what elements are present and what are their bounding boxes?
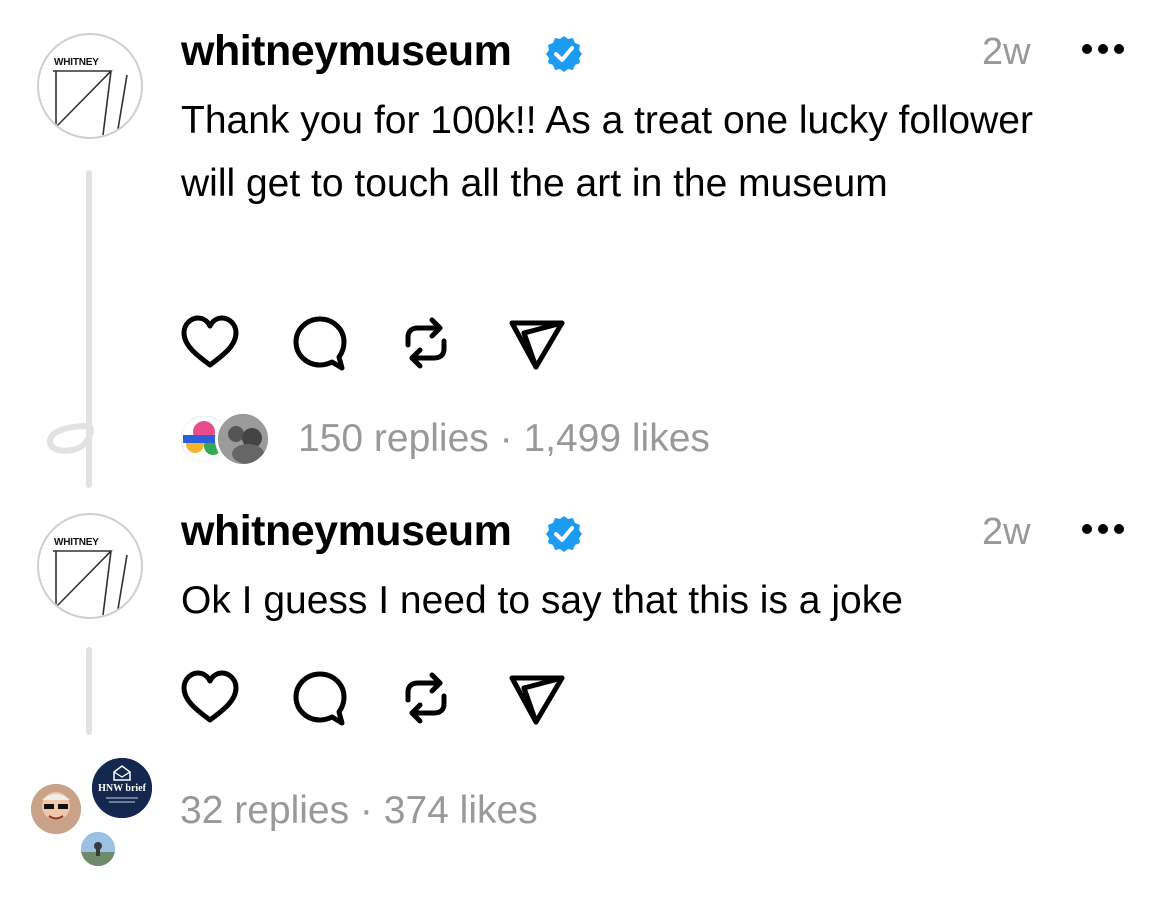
more-icon[interactable] <box>1082 42 1126 56</box>
post-time: 2w <box>982 31 1031 73</box>
avatar[interactable]: WHITNEY <box>37 33 143 139</box>
post-body: Ok I guess I need to say that this is a … <box>181 579 903 622</box>
heart-icon[interactable] <box>178 666 242 730</box>
post-time: 2w <box>982 511 1031 553</box>
repost-icon[interactable] <box>394 666 458 730</box>
whitney-logo-icon <box>53 70 128 136</box>
reply-avatar[interactable]: HNW brief <box>89 755 155 821</box>
username[interactable]: whitneymuseum <box>181 27 512 76</box>
comment-icon[interactable] <box>288 311 352 375</box>
whitney-logo-icon <box>53 550 128 616</box>
person-photo-icon <box>31 784 81 834</box>
landscape-photo-icon <box>81 832 115 866</box>
repost-icon[interactable] <box>394 311 458 375</box>
share-icon[interactable] <box>504 311 568 375</box>
share-icon[interactable] <box>504 666 568 730</box>
avatar[interactable]: WHITNEY <box>37 513 143 619</box>
comment-icon[interactable] <box>288 666 352 730</box>
heart-icon[interactable] <box>178 311 242 375</box>
post-stats[interactable]: 150 replies · 1,499 likes <box>298 417 710 461</box>
verified-icon <box>546 36 582 72</box>
post-stats[interactable]: 32 replies · 374 likes <box>180 789 538 833</box>
thread-loop-icon <box>47 423 94 454</box>
hnw-brief-logo-text: HNW brief <box>98 783 146 794</box>
username[interactable]: whitneymuseum <box>181 507 512 556</box>
reply-avatar[interactable] <box>28 781 84 837</box>
reply-avatar[interactable] <box>78 829 118 869</box>
verified-icon <box>546 516 582 552</box>
dog-photo-icon <box>218 414 268 464</box>
more-icon[interactable] <box>1082 522 1126 536</box>
reply-avatar[interactable] <box>215 411 271 467</box>
post-body: Thank you for 100k!! As a treat one luck… <box>181 99 1033 205</box>
thread-line <box>86 647 92 735</box>
